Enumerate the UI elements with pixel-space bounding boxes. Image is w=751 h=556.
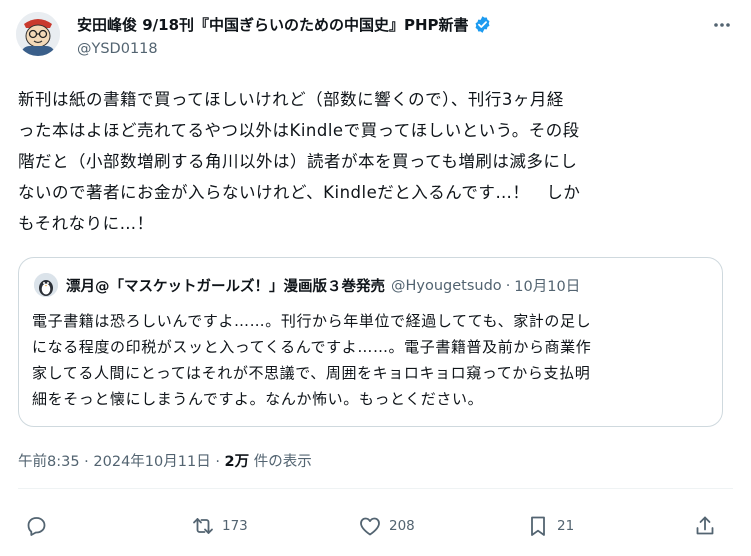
author-name-row: 安田峰俊 9/18刊『中国ぎらいのための中国史』PHP新書 (77, 14, 492, 35)
quoted-tweet-card[interactable]: 漂月@「マスケットガールズ！」漫画版３巻発売 @Hyougetsudo · 10… (18, 257, 723, 427)
quoted-text-line: 家してる人間にとってはそれが不思議で、周囲をキョロキョロ窺ってから支払明 (32, 364, 591, 382)
views-count[interactable]: 2万 (225, 454, 250, 470)
reply-icon (27, 517, 46, 536)
author-avatar[interactable] (16, 12, 60, 56)
tweet-text-line: ないので著者にお金が入らないけれど、Kindleだと入るんです…！ しか (18, 183, 581, 202)
tweet-text-line: った本はよほど売れてるやつ以外はKindleで買ってほしいという。その段 (18, 121, 580, 140)
divider (18, 488, 733, 489)
like-count: 208 (389, 518, 415, 534)
author-display-name[interactable]: 安田峰俊 9/18刊『中国ぎらいのための中国史』PHP新書 (77, 14, 469, 35)
quoted-text: 電子書籍は恐ろしいんですよ……。刊行から年単位で経過してても、家計の足し になる… (32, 308, 712, 412)
like-button[interactable]: 208 (358, 510, 415, 542)
cartoon-avatar-icon (16, 12, 60, 56)
timestamp-separator: · (84, 454, 89, 470)
like-icon (360, 517, 380, 536)
share-icon (696, 516, 714, 535)
action-bar: 173 208 21 (0, 510, 751, 542)
penguin-avatar-icon (34, 273, 58, 297)
repost-button[interactable]: 173 (191, 510, 248, 542)
tweet-text-line: もそれなりに…！ (18, 214, 154, 233)
quoted-text-line: になる程度の印税がスッと入ってくるんですよ……。電子書籍普及前から商業作 (32, 338, 592, 356)
quoted-text-line: 電子書籍は恐ろしいんですよ……。刊行から年単位で経過してても、家計の足し (32, 312, 592, 330)
repost-count: 173 (222, 518, 248, 534)
quoted-separator: · (505, 277, 511, 294)
quoted-display-name[interactable]: 漂月@「マスケットガールズ！」漫画版３巻発売 (66, 275, 385, 296)
author-handle[interactable]: @YSD0118 (77, 41, 158, 57)
tweet-time[interactable]: 午前8:35 (18, 454, 80, 470)
bookmark-count: 21 (557, 518, 575, 534)
quoted-header: 漂月@「マスケットガールズ！」漫画版３巻発売 @Hyougetsudo · 10… (66, 275, 580, 296)
quoted-handle[interactable]: @Hyougetsudo (391, 278, 502, 294)
verified-badge-icon[interactable] (473, 15, 492, 34)
quoted-author-avatar[interactable] (34, 273, 58, 297)
bookmark-icon (531, 516, 545, 536)
repost-icon (193, 518, 213, 534)
tweet-text-line: 新刊は紙の書籍で買ってほしいけれど（部数に響くので）、刊行3ヶ月経 (18, 90, 564, 109)
share-button[interactable] (693, 510, 717, 542)
tweet-date[interactable]: 2024年10月11日 (93, 454, 210, 470)
more-button[interactable] (711, 14, 733, 36)
reply-button[interactable] (24, 510, 48, 542)
tweet-timestamp-row: 午前8:35 · 2024年10月11日 · 2万 件の表示 (18, 450, 312, 471)
views-label: 件の表示 (253, 454, 312, 470)
quoted-text-line: 細をそっと懐にしまうんですよ。なんか怖い。もっとください。 (32, 390, 484, 408)
timestamp-separator: · (215, 454, 220, 470)
quoted-date[interactable]: 10月10日 (514, 275, 580, 296)
more-icon (714, 23, 730, 27)
tweet-text-line: 階だと（小部数増刷する角川以外は）読者が本を買っても増刷は滅多にし (18, 152, 578, 171)
tweet-text: 新刊は紙の書籍で買ってほしいけれど（部数に響くので）、刊行3ヶ月経 った本はよほ… (18, 84, 718, 239)
bookmark-button[interactable]: 21 (526, 510, 574, 542)
